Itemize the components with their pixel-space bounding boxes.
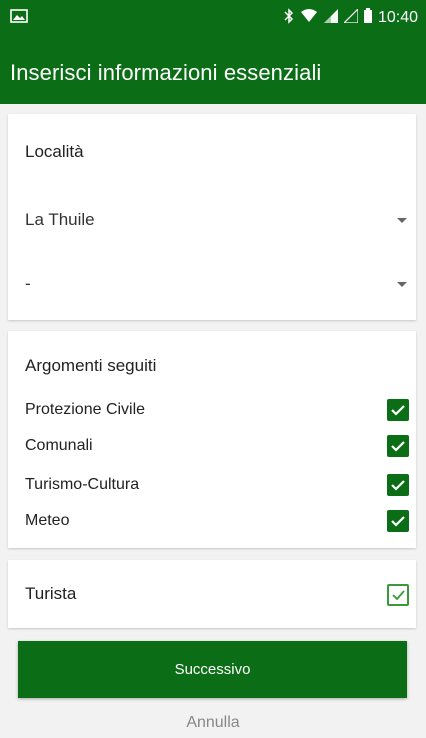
battery-icon	[363, 8, 372, 28]
app-bar: Inserisci informazioni essenziali	[0, 36, 426, 104]
checkbox-outline-checked-icon[interactable]	[387, 584, 409, 606]
topic-label: Turismo-Cultura	[25, 476, 140, 493]
topic-label: Comunali	[25, 437, 93, 454]
topic-row-turismo-cultura[interactable]: Turismo-Cultura	[25, 472, 409, 498]
signal-icon	[342, 7, 359, 28]
sublocation-dropdown[interactable]: -	[25, 264, 409, 304]
topic-row-meteo[interactable]: Meteo	[25, 508, 409, 534]
checkbox-checked-icon[interactable]	[387, 510, 409, 532]
tourist-card: Turista	[8, 560, 416, 628]
status-time: 10:40	[377, 9, 418, 26]
signal-icon	[323, 8, 338, 28]
topics-card: Argomenti seguiti Protezione Civile Comu…	[8, 331, 416, 548]
page-title: Inserisci informazioni essenziali	[10, 60, 322, 85]
checkbox-checked-icon[interactable]	[387, 435, 409, 457]
topic-row-protezione-civile[interactable]: Protezione Civile	[25, 397, 409, 423]
topic-label: Protezione Civile	[25, 401, 146, 418]
wifi-icon	[300, 8, 318, 28]
tourist-row[interactable]: Turista	[25, 582, 409, 608]
checkbox-checked-icon[interactable]	[387, 399, 409, 421]
cancel-button[interactable]: Annulla	[0, 710, 426, 736]
location-section-title: Località	[25, 142, 84, 161]
location-dropdown-value: La Thuile	[25, 210, 95, 229]
topics-section-title: Argomenti seguiti	[25, 356, 157, 375]
notification-icon	[10, 9, 28, 23]
topic-row-comunali[interactable]: Comunali	[25, 433, 409, 459]
dropdown-arrow-icon	[397, 218, 407, 223]
location-card: Località La Thuile -	[8, 114, 416, 320]
location-dropdown[interactable]: La Thuile	[25, 200, 409, 240]
next-button[interactable]: Successivo	[18, 641, 407, 698]
sublocation-dropdown-value: -	[25, 274, 31, 293]
status-bar: 10:40	[0, 0, 426, 36]
dropdown-arrow-icon	[397, 282, 407, 287]
tourist-label: Turista	[25, 584, 77, 603]
bluetooth-icon	[284, 7, 294, 29]
topic-label: Meteo	[25, 512, 70, 529]
checkbox-checked-icon[interactable]	[387, 474, 409, 496]
